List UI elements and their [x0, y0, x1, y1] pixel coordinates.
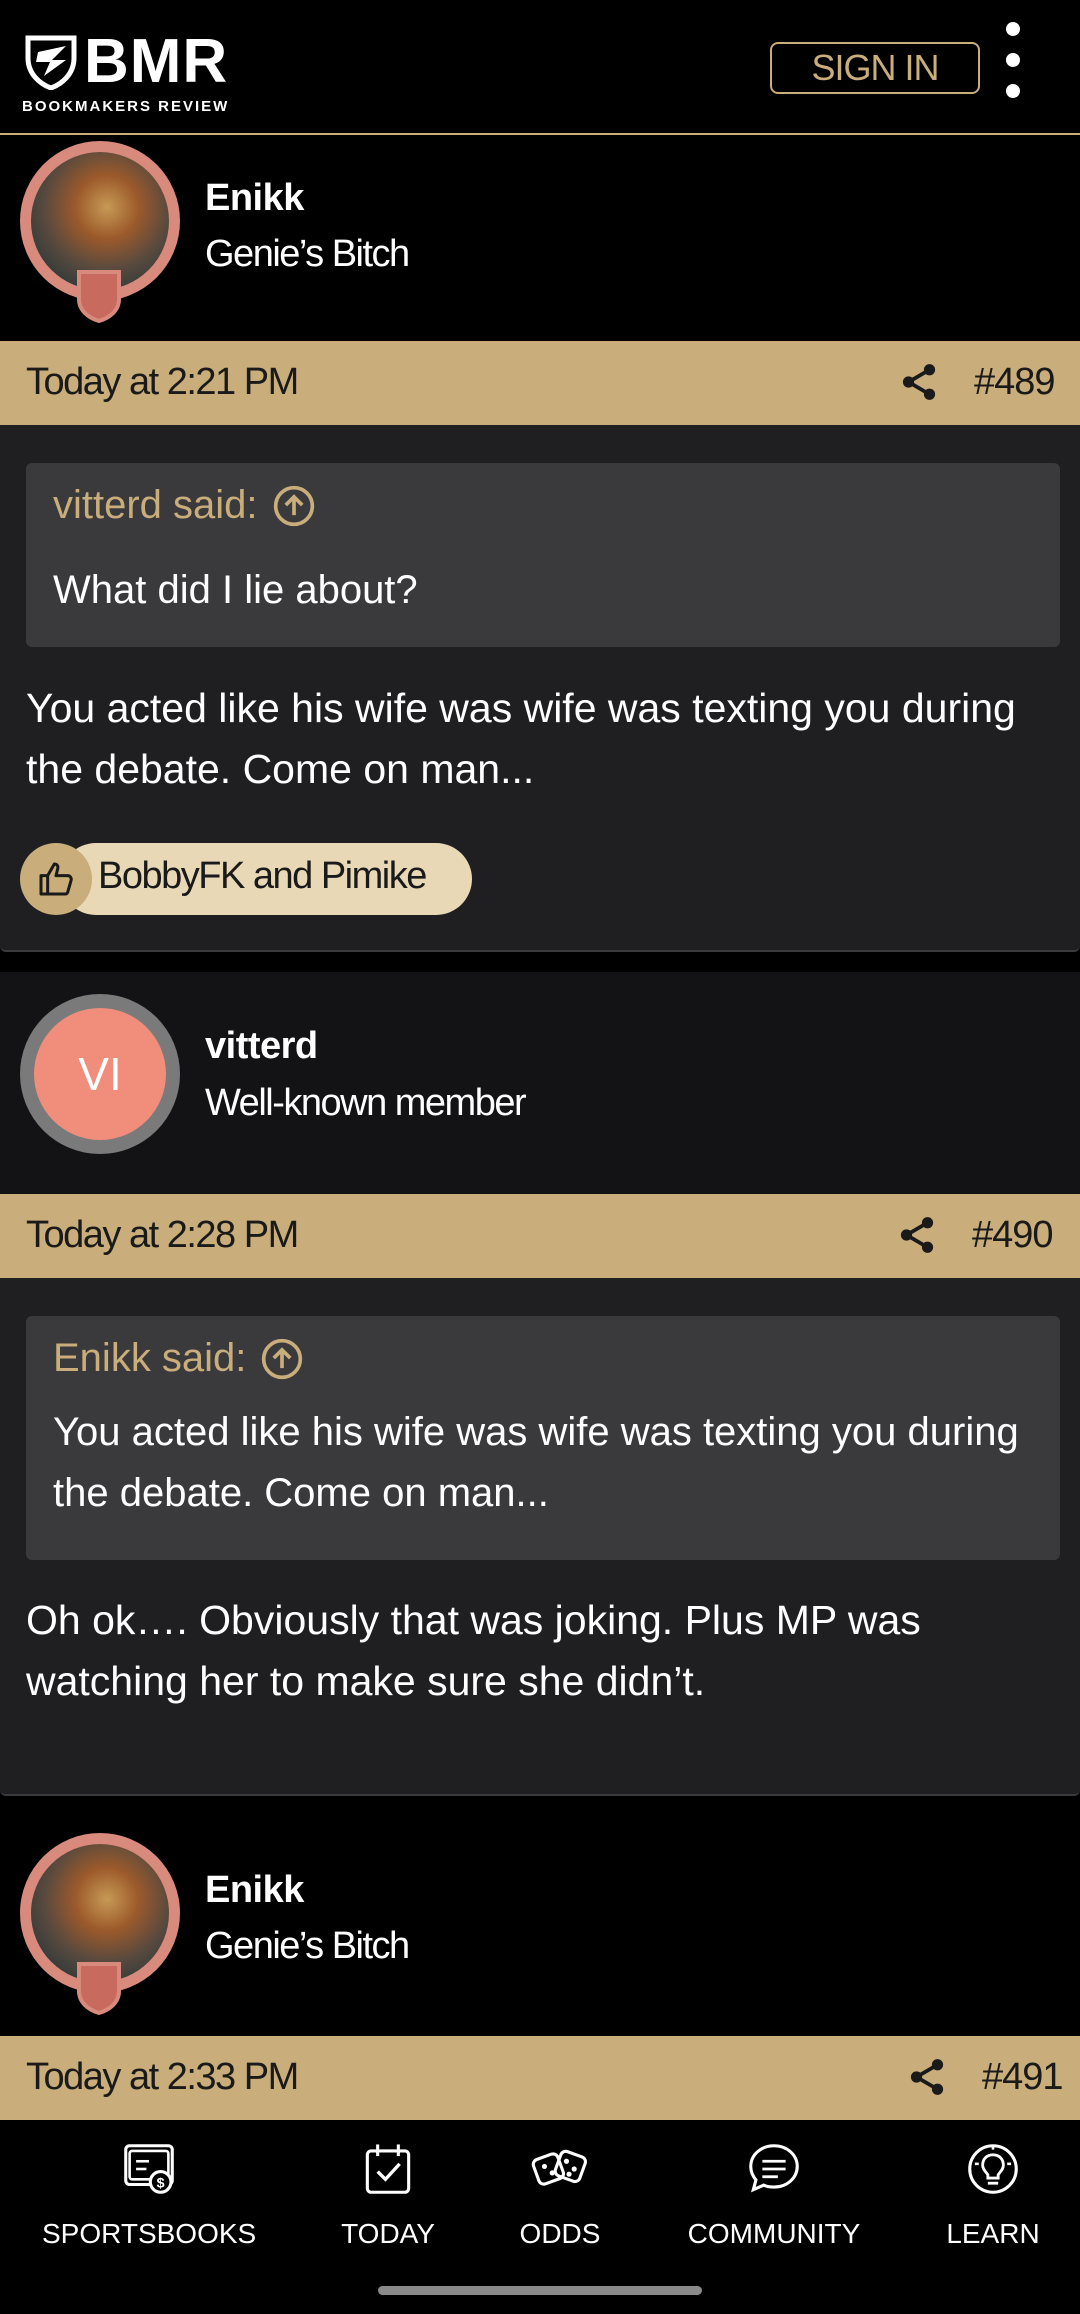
nav-sportsbooks[interactable]: $ SPORTSBOOKS [42, 2138, 256, 2250]
arrow-up-circle-icon[interactable] [272, 484, 316, 528]
reaction-users[interactable]: BobbyFK and Pimike [98, 855, 427, 898]
post-author-header: VI vitterd Well-known member [0, 972, 1080, 1194]
post-number[interactable]: #491 [982, 2056, 1064, 2099]
avatar-initials: VI [34, 1008, 166, 1140]
post-time[interactable]: Today at 2:28 PM [26, 1214, 299, 1257]
post-message: You acted like his wife was wife was tex… [26, 685, 1016, 792]
svg-text:$: $ [157, 2176, 165, 2192]
brand-tagline: BOOKMAKERS REVIEW [22, 98, 230, 115]
nav-community[interactable]: COMMUNITY [682, 2138, 866, 2250]
post-body: vitterd said: What did I lie about? You … [0, 425, 1080, 952]
member-badge-icon [77, 1962, 121, 2015]
arrow-up-circle-icon[interactable] [260, 1337, 304, 1381]
post-number[interactable]: #489 [974, 361, 1056, 404]
share-icon[interactable] [906, 2056, 948, 2098]
user-title: Genie’s Bitch [205, 1925, 410, 1967]
nav-label: COMMUNITY [687, 2218, 861, 2249]
post-separator [0, 954, 1080, 972]
post-message: Oh ok…. Obviously that was joking. Plus … [26, 1597, 921, 1704]
user-title: Genie’s Bitch [205, 233, 410, 275]
user-title: Well-known member [205, 1082, 527, 1124]
quote-header[interactable]: Enikk said: [53, 1336, 304, 1381]
username[interactable]: Enikk [205, 1869, 304, 1912]
share-icon[interactable] [898, 361, 940, 403]
nav-odds[interactable]: ODDS [510, 2138, 610, 2250]
dice-icon [531, 2149, 587, 2186]
username[interactable]: Enikk [205, 177, 304, 220]
nav-today[interactable]: TODAY [328, 2138, 448, 2250]
top-bar: BMR BOOKMAKERS REVIEW SIGN IN [0, 0, 1080, 135]
nav-label: SPORTSBOOKS [42, 2218, 257, 2249]
chat-bubble-icon [749, 2144, 799, 2193]
post-time[interactable]: Today at 2:33 PM [26, 2056, 299, 2099]
member-badge-icon [77, 270, 121, 323]
username[interactable]: vitterd [205, 1025, 318, 1068]
sign-in-button[interactable]: SIGN IN [770, 42, 980, 94]
share-icon[interactable] [896, 1214, 938, 1256]
more-vertical-icon[interactable] [998, 20, 1028, 100]
bmr-logo[interactable]: BMR BOOKMAKERS REVIEW [22, 27, 242, 116]
calendar-check-icon [365, 2144, 411, 2194]
shield-logo-icon [25, 35, 77, 90]
quote-text: What did I lie about? [53, 568, 418, 612]
quote-author[interactable]: Enikk said: [53, 1336, 246, 1381]
post-number[interactable]: #490 [972, 1214, 1054, 1257]
post-body: Enikk said: You acted like his wife was … [0, 1278, 1080, 1796]
sportsbooks-icon: $ [124, 2144, 174, 2194]
post-separator [0, 1798, 1080, 1816]
quote-text: You acted like his wife was wife was tex… [53, 1410, 1019, 1515]
nav-label: TODAY [341, 2218, 435, 2249]
nav-learn[interactable]: LEARN [940, 2138, 1046, 2250]
quote-header[interactable]: vitterd said: [53, 483, 316, 528]
brand-name: BMR [84, 27, 229, 96]
lightbulb-icon [968, 2144, 1018, 2194]
nav-label: LEARN [946, 2218, 1040, 2249]
post-meta-bar: Today at 2:33 PM #491 [0, 2036, 1080, 2120]
home-indicator[interactable] [378, 2286, 702, 2295]
quote-author[interactable]: vitterd said: [53, 483, 258, 528]
post-meta-bar: Today at 2:21 PM #489 [0, 341, 1080, 425]
post-meta-bar: Today at 2:28 PM #490 [0, 1194, 1080, 1278]
bottom-navigation: $ SPORTSBOOKS TODAY ODDS COMMUNITY LEARN [0, 2120, 1080, 2274]
post-author-header: Enikk Genie’s Bitch [0, 1816, 1080, 2036]
thumbs-up-icon[interactable] [36, 859, 76, 899]
reaction-bar[interactable]: BobbyFK and Pimike [20, 843, 472, 915]
post-author-header: Enikk Genie’s Bitch [0, 137, 1080, 341]
post-time[interactable]: Today at 2:21 PM [26, 361, 299, 404]
quote-block: vitterd said: What did I lie about? [26, 463, 1060, 647]
avatar[interactable] [20, 141, 180, 323]
nav-label: ODDS [519, 2218, 601, 2249]
quote-block: Enikk said: You acted like his wife was … [26, 1316, 1060, 1560]
avatar[interactable] [20, 1833, 180, 2015]
avatar[interactable]: VI [20, 994, 180, 1154]
